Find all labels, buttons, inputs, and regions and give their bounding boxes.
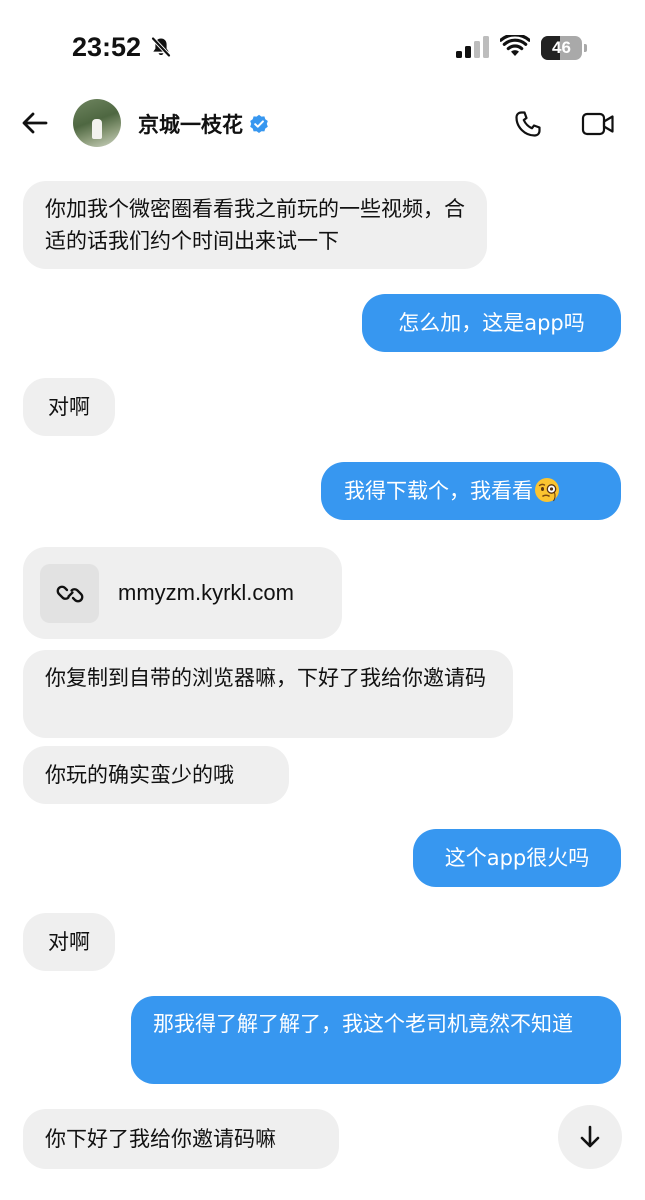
message-outgoing[interactable]: 我得下载个，我看看 [321,462,621,520]
message-text: 我得下载个，我看看 [344,479,533,503]
battery-icon: 46 [541,36,587,60]
message-outgoing[interactable]: 这个app很火吗 [413,829,621,887]
video-camera-icon[interactable] [581,110,615,138]
verified-badge-icon [250,114,268,133]
message-incoming[interactable]: 你玩的确实蛮少的哦 [23,746,289,804]
phone-icon[interactable] [513,109,543,139]
contact-header[interactable]: 京城一枝花 [138,108,269,140]
contact-avatar[interactable] [73,99,121,147]
wifi-icon [500,35,530,56]
arrow-down-icon [580,1125,600,1148]
message-incoming[interactable]: 你下好了我给你邀请码嘛 [23,1109,339,1169]
status-time: 23:52 [72,32,142,62]
link-icon [40,564,99,623]
cellular-signal-icon [456,36,489,58]
message-outgoing[interactable]: 怎么加，这是app吗 [362,294,621,352]
battery-level: 46 [552,38,571,57]
link-url: mmyzm.kyrkl.com [118,580,294,605]
message-incoming[interactable]: 对啊 [23,378,115,436]
message-incoming[interactable]: 你加我个微密圈看看我之前玩的一些视频，合适的话我们约个时间出来试一下 [23,181,487,269]
face-with-monocle-emoji-icon [535,478,559,502]
message-incoming[interactable]: 你复制到自带的浏览器嘛，下好了我给你邀请码 [23,650,513,738]
message-outgoing[interactable]: 那我得了解了解了，我这个老司机竟然不知道 [131,996,621,1084]
bell-slash-icon [151,37,171,57]
message-incoming[interactable]: 对啊 [23,913,115,971]
back-arrow-icon[interactable] [20,108,50,138]
contact-name: 京城一枝花 [138,113,243,137]
chat-screen: 23:52 46 京城一枝花 你加我个微密圈看看我之前玩的一些视频，合适的话我们… [0,0,645,1200]
scroll-to-bottom-button[interactable] [558,1105,622,1169]
message-link-preview[interactable]: mmyzm.kyrkl.com [23,547,342,639]
